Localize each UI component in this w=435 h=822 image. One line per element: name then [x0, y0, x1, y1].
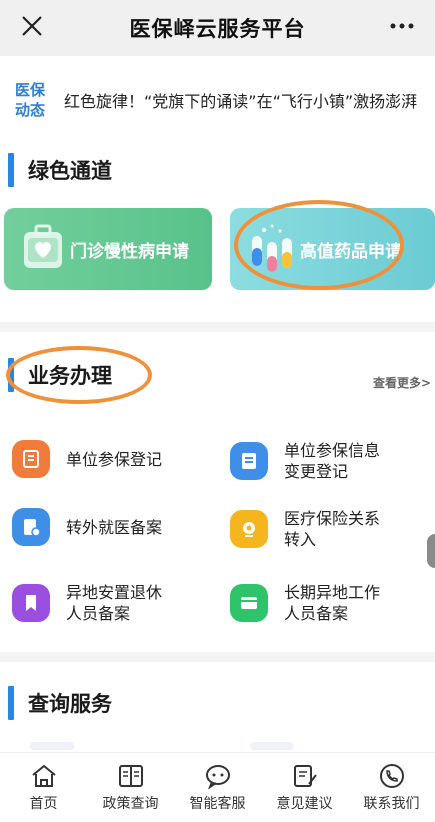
close-icon[interactable] — [18, 12, 46, 40]
navigation-bar: 医保峄云服务平台 — [0, 0, 435, 56]
floating-handle[interactable] — [427, 534, 435, 568]
tab-label: 政策查询 — [102, 796, 159, 812]
service-label: 单位参保信息 变更登记 — [284, 441, 381, 481]
edit-icon — [293, 765, 317, 787]
card-icon — [230, 584, 268, 622]
more-icon[interactable] — [387, 14, 417, 38]
tab-label: 意见建议 — [276, 796, 333, 812]
bookmark-icon — [12, 584, 50, 622]
service-label: 医疗保险关系 转入 — [284, 509, 381, 549]
service-label: 单位参保登记 — [66, 449, 163, 469]
section-title: 绿色通道 — [28, 159, 112, 183]
view-more-link[interactable]: 查看更多> — [373, 374, 431, 391]
service-transfer-medical[interactable]: 转外就医备案 — [12, 508, 162, 546]
placeholder-shape — [30, 742, 74, 750]
tab-label: 智能客服 — [189, 796, 246, 812]
tab-policy[interactable]: 政策查询 — [87, 753, 174, 822]
section-divider — [0, 322, 435, 332]
phone-icon — [379, 764, 404, 788]
tab-label: 联系我们 — [363, 796, 420, 812]
page-title: 医保峄云服务平台 — [129, 17, 306, 41]
section-marker — [8, 686, 14, 720]
placeholder-shape — [250, 742, 294, 750]
building-icon — [12, 440, 50, 478]
service-insurance-transfer-in[interactable]: 医疗保险关系 转入 — [230, 508, 380, 550]
service-retiree-relocation[interactable]: 异地安置退休 人员备案 — [12, 582, 162, 624]
bottom-tab-bar: 首页 政策查询 智能客服 意见建议 联系我们 — [0, 752, 435, 822]
section-divider — [0, 652, 435, 662]
highlight-oval — [234, 200, 404, 290]
tab-feedback[interactable]: 意见建议 — [261, 753, 348, 822]
section-marker — [8, 153, 14, 187]
service-unit-info-change[interactable]: 单位参保信息 变更登记 — [230, 440, 380, 482]
highlight-oval — [6, 346, 152, 404]
news-headline[interactable]: 红色旋律！“党旗下的诵读”在“飞行小镇”激扬澎湃 — [64, 88, 417, 112]
home-icon — [31, 764, 56, 787]
document-icon — [230, 442, 268, 480]
tab-contact[interactable]: 联系我们 — [348, 753, 435, 822]
card-label: 门诊慢性病申请 — [70, 241, 189, 262]
news-ticker[interactable]: 医保 动态 红色旋律！“党旗下的诵读”在“飞行小镇”激扬澎湃 — [0, 68, 435, 132]
tab-home[interactable]: 首页 — [0, 753, 87, 822]
tab-smart-service[interactable]: 智能客服 — [174, 753, 261, 822]
service-long-term-relocation[interactable]: 长期异地工作 人员备案 — [230, 582, 380, 624]
chronic-disease-card[interactable]: 门诊慢性病申请 — [4, 208, 212, 290]
service-label: 长期异地工作 人员备案 — [284, 583, 381, 623]
transfer-icon — [12, 508, 50, 546]
medical-kit-icon — [24, 224, 62, 268]
camera-icon — [230, 510, 268, 548]
section-green-channel: 绿色通道 — [0, 153, 112, 187]
tab-label: 首页 — [29, 796, 58, 812]
service-label: 异地安置退休 人员备案 — [66, 583, 163, 623]
service-unit-registration[interactable]: 单位参保登记 — [12, 440, 162, 478]
news-tag: 医保 动态 — [14, 81, 45, 119]
chat-icon — [205, 765, 230, 789]
section-title: 查询服务 — [28, 692, 112, 716]
service-label: 转外就医备案 — [66, 517, 163, 537]
book-icon — [118, 765, 143, 787]
section-query: 查询服务 — [0, 686, 112, 720]
